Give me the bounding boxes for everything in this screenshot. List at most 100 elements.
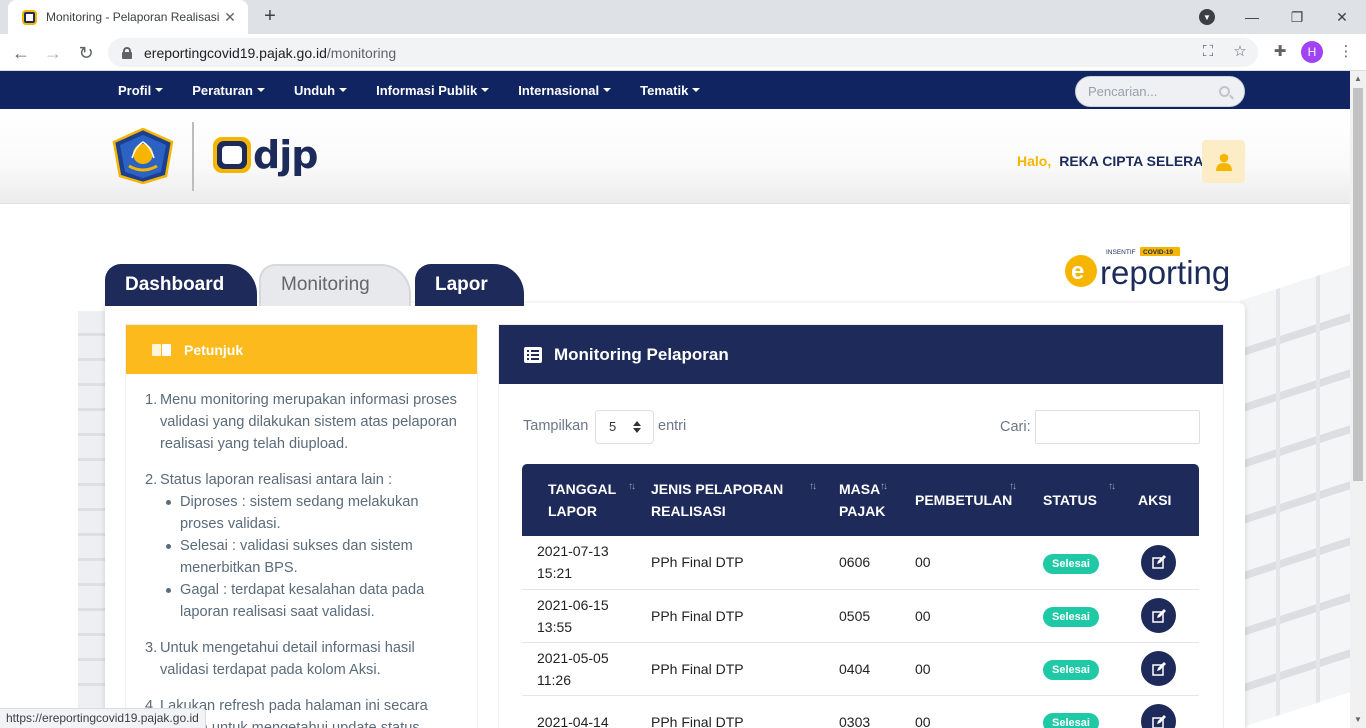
page-scrollbar[interactable]: ▲ ▼: [1350, 71, 1366, 728]
profile-avatar[interactable]: H: [1301, 41, 1323, 63]
cell-aksi: [1123, 589, 1199, 643]
menu-informasi-publik[interactable]: Informasi Publik: [376, 83, 490, 98]
status-badge: Selesai: [1043, 553, 1099, 574]
col-masa-pajak[interactable]: MASA PAJAK ↑↓: [825, 464, 901, 536]
ereporting-wordmark: reporting: [1100, 254, 1230, 291]
main-menu: Profil Peraturan Unduh Informasi Publik …: [118, 71, 729, 109]
cell-aksi: [1123, 536, 1199, 590]
petunjuk-panel: Petunjuk 1. Menu monitoring merupakan in…: [125, 324, 478, 728]
sort-icon[interactable]: ↑↓: [809, 476, 817, 498]
monitoring-header: Monitoring Pelaporan: [499, 325, 1223, 384]
bookmark-star-icon[interactable]: ☆: [1230, 42, 1250, 62]
cell-tanggal: 2021-06-15 13:55: [522, 589, 637, 643]
url-text: ereportingcovid19.pajak.go.id/monitoring: [144, 44, 397, 61]
table-row: 2021-06-15 13:55 PPh Final DTP 0505 00 Se…: [522, 589, 1199, 643]
browser-menu-icon[interactable]: ⋮: [1336, 42, 1356, 62]
top-navigation: Profil Peraturan Unduh Informasi Publik …: [0, 71, 1350, 109]
caret-down-icon: [339, 88, 348, 92]
date-text: 2021-06-15: [537, 596, 609, 613]
book-icon: [152, 343, 172, 357]
petunjuk-item-1: 1. Menu monitoring merupakan informasi p…: [145, 389, 457, 455]
page-length-value: 5: [609, 419, 617, 434]
tab-dashboard[interactable]: Dashboard: [105, 264, 257, 306]
minimize-button[interactable]: —: [1230, 0, 1274, 34]
sort-icon[interactable]: ↑↓: [1009, 476, 1017, 498]
close-window-button[interactable]: ✕: [1320, 0, 1364, 34]
caret-down-icon: [603, 88, 612, 92]
sort-icon[interactable]: ↑↓: [880, 476, 888, 498]
edit-button[interactable]: [1141, 651, 1176, 686]
extensions-icon[interactable]: ✚: [1270, 42, 1290, 62]
maximize-button[interactable]: ❐: [1275, 0, 1319, 34]
background-building-right: [1240, 265, 1350, 728]
monitoring-title: Monitoring Pelaporan: [554, 344, 729, 364]
site-search-input[interactable]: [1088, 84, 1213, 99]
back-icon[interactable]: ←: [8, 40, 34, 66]
menu-peraturan[interactable]: Peraturan: [192, 83, 265, 98]
edit-button[interactable]: [1141, 544, 1176, 580]
favicon-icon: [22, 9, 37, 25]
cell-aksi: [1123, 642, 1199, 696]
time-text: 15:21: [537, 565, 573, 582]
scroll-up-icon[interactable]: ▲: [1350, 71, 1366, 87]
monitoring-table: TANGGAL LAPOR ↑↓ JENIS PELAPORAN REALISAS…: [522, 464, 1199, 728]
lock-icon[interactable]: [122, 46, 132, 59]
tab-lapor[interactable]: Lapor: [415, 264, 524, 306]
item-number: 1.: [145, 392, 158, 408]
reload-icon[interactable]: ↻: [73, 40, 99, 66]
browser-tab[interactable]: Monitoring - Pelaporan Realisasi ✕: [8, 0, 248, 34]
col-tanggal-lapor[interactable]: TANGGAL LAPOR ↑↓: [522, 464, 637, 536]
ereporting-logo: e INSENTIF COVID-19 reporting: [1065, 247, 1230, 291]
table-search-input[interactable]: [1035, 410, 1200, 444]
select-arrows-icon: [633, 421, 641, 433]
item-number: 2.: [145, 472, 158, 488]
cell-masa: 0505: [825, 589, 901, 643]
edit-button[interactable]: [1141, 704, 1176, 728]
caret-down-icon: [155, 88, 164, 92]
time-text: 13:55: [537, 618, 573, 635]
menu-tematik[interactable]: Tematik: [640, 83, 701, 98]
status-badge: Selesai: [1043, 660, 1099, 680]
col-jenis-pelaporan[interactable]: JENIS PELAPORAN REALISASI ↑↓: [637, 464, 825, 536]
edit-button[interactable]: [1141, 598, 1176, 633]
search-icon[interactable]: [1219, 86, 1230, 97]
cell-masa: 0606: [825, 536, 901, 590]
petunjuk-list: 1. Menu monitoring merupakan informasi p…: [126, 374, 477, 728]
menu-internasional[interactable]: Internasional: [518, 83, 612, 98]
col-status[interactable]: STATUS ↑↓: [1028, 464, 1123, 536]
edit-icon: [1151, 608, 1166, 623]
browser-toolbar: ← → ↻ ereportingcovid19.pajak.go.id/moni…: [0, 34, 1366, 71]
new-tab-button[interactable]: +: [259, 5, 281, 27]
list-icon: [524, 346, 542, 363]
cell-jenis: PPh Final DTP: [637, 536, 825, 590]
address-bar[interactable]: ereportingcovid19.pajak.go.id/monitoring: [108, 38, 1258, 67]
user-greeting: Halo, REKA CIPTA SELERA: [1017, 153, 1203, 169]
tab-monitoring[interactable]: Monitoring: [259, 264, 411, 306]
cell-tanggal: 2021-04-14: [522, 695, 637, 728]
user-menu-button[interactable]: [1202, 140, 1245, 183]
cell-jenis: PPh Final DTP: [637, 695, 825, 728]
header-divider: [192, 122, 194, 191]
svg-text:e: e: [1071, 258, 1084, 285]
petunjuk-item-2: 2. Status laporan realisasi antara lain …: [145, 469, 457, 623]
forward-icon[interactable]: →: [40, 40, 66, 66]
sort-icon[interactable]: ↑↓: [1108, 476, 1116, 498]
table-controls: Tampilkan 5 entri Cari:: [523, 410, 1200, 444]
menu-profil[interactable]: Profil: [118, 83, 164, 98]
item-text: Menu monitoring merupakan informasi pros…: [160, 392, 457, 452]
edit-icon: [1151, 714, 1166, 728]
translate-icon[interactable]: ⛶: [1198, 42, 1218, 62]
close-tab-icon[interactable]: ✕: [222, 9, 238, 26]
item-text: Status laporan realisasi antara lain :: [160, 472, 393, 488]
page-length-select[interactable]: 5: [595, 410, 654, 444]
scroll-thumb[interactable]: [1353, 88, 1363, 481]
djp-logo[interactable]: djp: [213, 136, 318, 174]
kemenkeu-logo[interactable]: [112, 128, 174, 184]
col-pembetulan[interactable]: PEMBETULAN ↑↓: [901, 464, 1028, 536]
menu-unduh[interactable]: Unduh: [294, 83, 348, 98]
cell-masa: 0404: [825, 642, 901, 696]
sort-icon[interactable]: ↑↓: [628, 476, 636, 498]
scroll-down-icon[interactable]: ▼: [1350, 712, 1366, 728]
tab-search-icon[interactable]: ▼: [1199, 9, 1215, 25]
cell-pembetulan: 00: [901, 589, 1028, 643]
